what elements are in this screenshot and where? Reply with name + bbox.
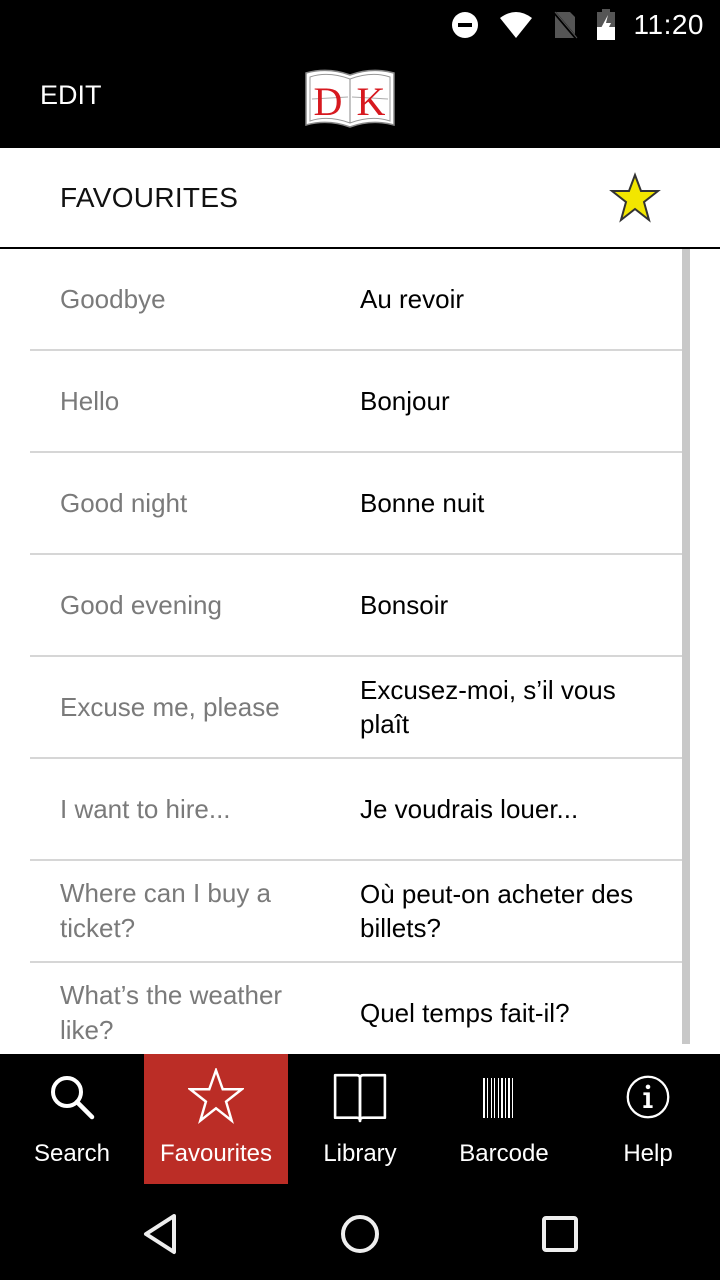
- english-phrase: I want to hire...: [60, 793, 231, 824]
- list-item[interactable]: Good evening Bonsoir: [30, 555, 690, 657]
- barcode-bar: [498, 1078, 499, 1118]
- english-phrase: Hello: [60, 385, 120, 416]
- tab-label: Barcode: [459, 1140, 549, 1167]
- barcode-bar: [491, 1078, 492, 1118]
- dk-logo: D K: [305, 69, 395, 128]
- book-icon: [333, 1073, 387, 1123]
- tab-label: Help: [623, 1140, 673, 1167]
- list-item[interactable]: I want to hire... Je voudrais louer...: [30, 759, 690, 861]
- tab-label: Favourites: [159, 1140, 273, 1167]
- english-phrase: What’s the weather like?: [60, 980, 283, 1045]
- list-item[interactable]: Excuse me, please Excusez-moi, s’il vous…: [30, 657, 690, 759]
- back-icon[interactable]: [136, 1210, 184, 1258]
- barcode-bar: [505, 1078, 506, 1118]
- barcode-bar: [494, 1078, 495, 1118]
- system-nav-bar: [0, 1184, 720, 1280]
- favourite-star-icon[interactable]: [609, 172, 661, 224]
- french-phrase: Au revoir: [360, 284, 465, 314]
- english-phrase: Good night: [60, 487, 188, 518]
- bottom-tab-bar: Search Favourites Library Barcode Help: [0, 1054, 720, 1184]
- logo-k: K: [357, 79, 386, 124]
- search-icon: [51, 1076, 95, 1120]
- page-title: FAVOURITES: [60, 182, 239, 213]
- english-phrase: Where can I buy a ticket?: [60, 878, 271, 943]
- french-phrase: Bonjour: [360, 386, 450, 416]
- clock: 11:20: [633, 9, 704, 40]
- barcode-bar: [508, 1078, 510, 1118]
- star-icon: [188, 1068, 244, 1124]
- barcode-icon: [483, 1078, 513, 1118]
- english-phrase: Good evening: [60, 589, 222, 620]
- do-not-disturb-icon: [451, 12, 478, 38]
- edit-button[interactable]: EDIT: [40, 80, 102, 111]
- list-item[interactable]: What’s the weather like? Quel temps fait…: [30, 963, 690, 1054]
- english-phrase: Goodbye: [60, 283, 166, 314]
- barcode-bar: [483, 1078, 485, 1118]
- phrase-list[interactable]: Goodbye Au revoir Hello Bonjour Good nig…: [0, 249, 720, 1054]
- status-bar: 11:20: [0, 0, 720, 50]
- battery-charging-icon: [596, 9, 615, 40]
- english-phrase: Excuse me, please: [60, 691, 280, 722]
- tab-barcode[interactable]: Barcode: [432, 1054, 576, 1184]
- list-item[interactable]: Where can I buy a ticket? Où peut-on ach…: [30, 861, 690, 963]
- list-item[interactable]: Goodbye Au revoir: [30, 249, 690, 351]
- barcode-bar: [501, 1078, 503, 1118]
- info-icon: [626, 1075, 670, 1119]
- recents-icon[interactable]: [536, 1210, 584, 1258]
- french-phrase: Excusez-moi, s’il vous plaît: [360, 675, 616, 739]
- list-item[interactable]: Hello Bonjour: [30, 351, 690, 453]
- french-phrase: Bonne nuit: [360, 488, 485, 518]
- no-sim-icon: [552, 11, 577, 39]
- app-bar: EDIT D K: [0, 50, 720, 148]
- barcode-bar: [512, 1078, 513, 1118]
- tab-label: Search: [33, 1140, 111, 1167]
- french-phrase: Où peut-on acheter des billets?: [360, 879, 634, 943]
- french-phrase: Je voudrais louer...: [360, 794, 579, 824]
- french-phrase: Quel temps fait-il?: [360, 998, 570, 1028]
- barcode-bar: [487, 1078, 488, 1118]
- home-icon[interactable]: [336, 1210, 384, 1258]
- tab-label: Library: [323, 1140, 397, 1167]
- french-phrase: Bonsoir: [360, 590, 449, 620]
- wifi-icon: [499, 12, 532, 38]
- tab-favourites[interactable]: Favourites: [144, 1054, 288, 1184]
- tab-help[interactable]: Help: [576, 1054, 720, 1184]
- logo-d: D: [314, 79, 343, 124]
- scrollbar[interactable]: [682, 249, 690, 1044]
- tab-library[interactable]: Library: [288, 1054, 432, 1184]
- tab-search[interactable]: Search: [0, 1054, 144, 1184]
- list-item[interactable]: Good night Bonne nuit: [30, 453, 690, 555]
